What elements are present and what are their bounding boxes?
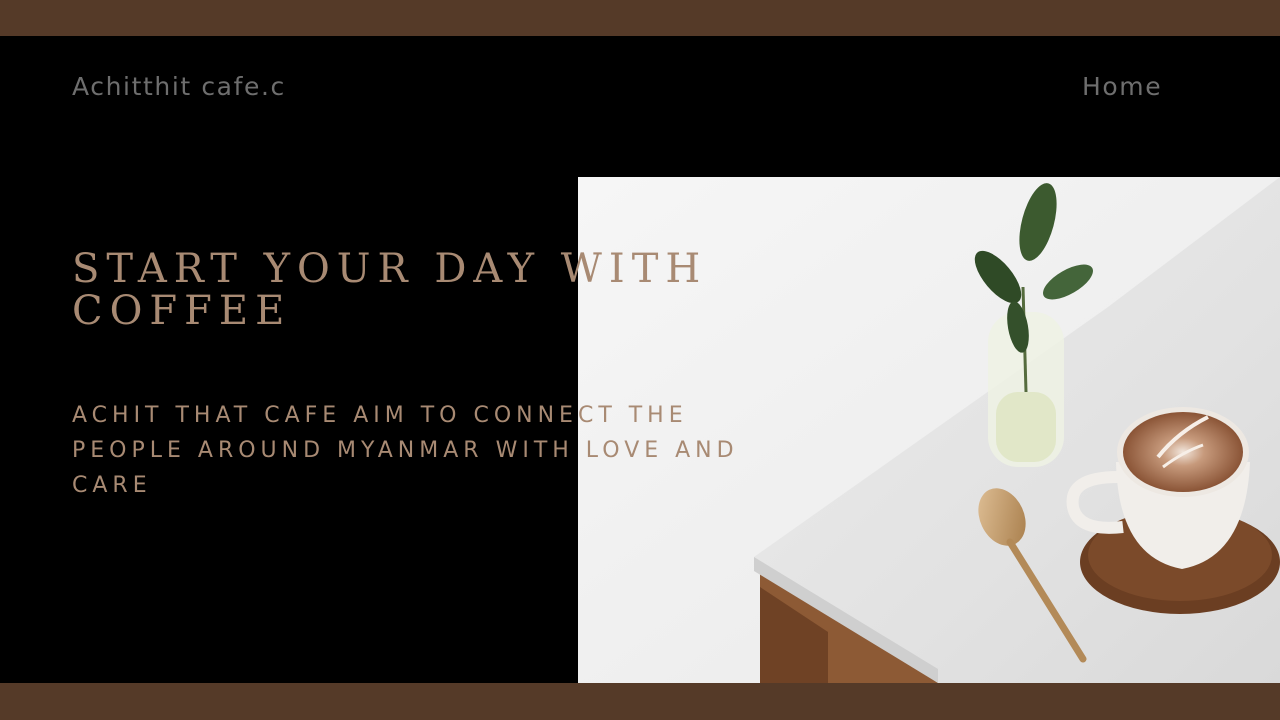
top-band [0,0,1280,36]
hero-tagline: ACHIT THAT CAFE AIM TO CONNECT THE PEOPL… [72,403,739,498]
brand-logo-text[interactable]: Achitthit cafe.c [72,72,286,101]
bottom-band [0,683,1280,720]
nav-home-link[interactable]: Home [1082,72,1162,101]
hero-headline: START YOUR DAY WITH COFFEE [72,246,708,334]
